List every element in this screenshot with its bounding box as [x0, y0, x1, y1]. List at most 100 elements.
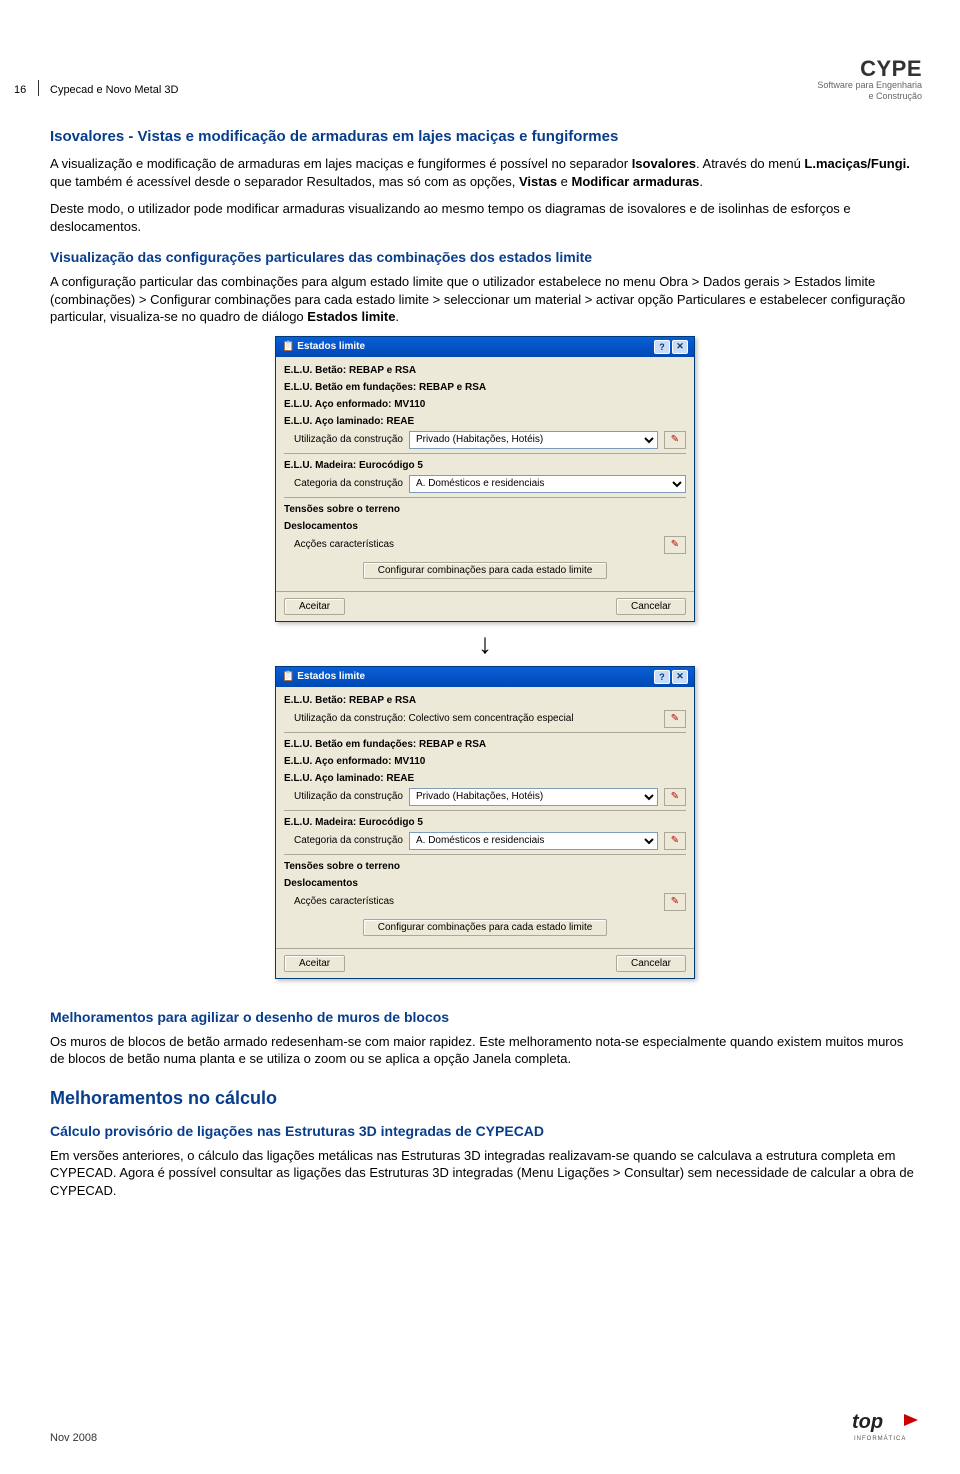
dialog-footer: Aceitar Cancelar — [276, 591, 694, 621]
utilizacao-row: Utilização da construção Privado (Habita… — [284, 429, 686, 451]
accoes-row: Acções características ✎ — [284, 891, 686, 913]
dialog-line: E.L.U. Betão em fundações: REBAP e RSA — [284, 378, 686, 395]
categoria-combo[interactable]: A. Domésticos e residenciais — [409, 832, 658, 850]
page-number: 16 — [14, 84, 26, 96]
svg-text:top: top — [852, 1411, 883, 1433]
dialog-title: 📋 Estados limite — [282, 341, 365, 352]
deslocamentos-header: Deslocamentos — [284, 874, 686, 891]
text-bold: L.maciças/Fungi. — [804, 156, 909, 171]
categoria-combo[interactable]: A. Domésticos e residenciais — [409, 475, 686, 493]
brand-name: CYPE — [817, 58, 922, 80]
utilizacao-combo[interactable]: Privado (Habitações, Hotéis) — [409, 788, 658, 806]
dialog-line: E.L.U. Betão em fundações: REBAP e RSA — [284, 735, 686, 752]
estados-limite-dialog-1: 📋 Estados limite ? ✕ E.L.U. Betão: REBAP… — [275, 336, 695, 622]
dialog-line: E.L.U. Aço laminado: REAE — [284, 412, 686, 429]
edit-icon[interactable]: ✎ — [664, 536, 686, 554]
dialog-line: E.L.U. Aço enformado: MV110 — [284, 395, 686, 412]
text-bold: Vistas — [519, 174, 557, 189]
cancelar-button[interactable]: Cancelar — [616, 955, 686, 972]
dialog-titlebar: 📋 Estados limite ? ✕ — [276, 667, 694, 687]
section-1-paragraph-2: Deste modo, o utilizador pode modificar … — [50, 200, 920, 235]
dialog-footer: Aceitar Cancelar — [276, 948, 694, 978]
dialog-title: 📋 Estados limite — [282, 671, 365, 682]
close-button[interactable]: ✕ — [672, 670, 688, 684]
dialog-line: E.L.U. Aço enformado: MV110 — [284, 752, 686, 769]
window-buttons: ? ✕ — [654, 670, 688, 684]
tensoes-header: Tensões sobre o terreno — [284, 857, 686, 874]
dialog-section: E.L.U. Betão: REBAP e RSA E.L.U. Betão e… — [276, 357, 694, 591]
utilizacao-static: Utilização da construção: Colectivo sem … — [294, 713, 658, 724]
text-span: A configuração particular das combinaçõe… — [50, 274, 905, 324]
section-4-title: Melhoramentos no cálculo — [50, 1088, 920, 1109]
close-button[interactable]: ✕ — [672, 340, 688, 354]
edit-icon[interactable]: ✎ — [664, 788, 686, 806]
edit-icon[interactable]: ✎ — [664, 832, 686, 850]
config-button-row: Configurar combinações para cada estado … — [284, 913, 686, 942]
svg-text:INFORMÁTICA: INFORMÁTICA — [854, 1435, 906, 1442]
accoes-row: Acções características ✎ — [284, 534, 686, 556]
text-span: e — [557, 174, 571, 189]
dialog-stack: 📋 Estados limite ? ✕ E.L.U. Betão: REBAP… — [50, 336, 920, 979]
categoria-label: Categoria da construção — [294, 478, 403, 489]
accoes-label: Acções características — [294, 539, 658, 550]
dialog-section: E.L.U. Betão: REBAP e RSA Utilização da … — [276, 687, 694, 948]
edit-icon[interactable]: ✎ — [664, 893, 686, 911]
text-span: A visualização e modificação de armadura… — [50, 156, 632, 171]
text-span: . — [395, 309, 399, 324]
config-button-row: Configurar combinações para cada estado … — [284, 556, 686, 585]
brand-logo-cype: CYPE Software para Engenharia e Construç… — [817, 58, 922, 102]
divider — [284, 497, 686, 498]
divider — [284, 810, 686, 811]
dialog-title-text: Estados limite — [297, 341, 365, 352]
madeira-header: E.L.U. Madeira: Eurocódigo 5 — [284, 456, 686, 473]
utilizacao-label: Utilização da construção — [294, 791, 403, 802]
section-1-title: Isovalores - Vistas e modificação de arm… — [50, 128, 920, 145]
window-buttons: ? ✕ — [654, 340, 688, 354]
header-doc-title: Cypecad e Novo Metal 3D — [50, 84, 178, 96]
section-2-title: Visualização das configurações particula… — [50, 249, 920, 265]
divider — [284, 453, 686, 454]
section-3-paragraph-1: Os muros de blocos de betão armado redes… — [50, 1033, 920, 1068]
categoria-row: Categoria da construção A. Domésticos e … — [284, 473, 686, 495]
config-combinacoes-button[interactable]: Configurar combinações para cada estado … — [363, 919, 608, 936]
categoria-row: Categoria da construção A. Domésticos e … — [284, 830, 686, 852]
utilizacao-label: Utilização da construção — [294, 434, 403, 445]
dialog-line: E.L.U. Betão: REBAP e RSA — [284, 361, 686, 378]
edit-icon[interactable]: ✎ — [664, 431, 686, 449]
betao-header: E.L.U. Betão: REBAP e RSA — [284, 691, 686, 708]
divider — [284, 854, 686, 855]
aceitar-button[interactable]: Aceitar — [284, 955, 345, 972]
edit-icon[interactable]: ✎ — [664, 710, 686, 728]
down-arrow-icon: ↓ — [478, 630, 492, 658]
dialog-title-text: Estados limite — [297, 671, 365, 682]
brand-tagline-1: Software para Engenharia — [817, 80, 922, 91]
help-button[interactable]: ? — [654, 670, 670, 684]
estados-limite-dialog-2: 📋 Estados limite ? ✕ E.L.U. Betão: REBAP… — [275, 666, 695, 979]
dialog-titlebar: 📋 Estados limite ? ✕ — [276, 337, 694, 357]
footer-brand-logo: top INFORMÁTICA — [852, 1408, 922, 1444]
utilizacao-combo[interactable]: Privado (Habitações, Hotéis) — [409, 431, 658, 449]
section-1-paragraph-1: A visualização e modificação de armadura… — [50, 155, 920, 190]
tensoes-header: Tensões sobre o terreno — [284, 500, 686, 517]
header-divider — [38, 80, 43, 96]
text-bold: Estados limite — [307, 309, 395, 324]
section-4-subtitle: Cálculo provisório de ligações nas Estru… — [50, 1123, 920, 1139]
aceitar-button[interactable]: Aceitar — [284, 598, 345, 615]
text-bold: Isovalores — [632, 156, 696, 171]
section-2-paragraph-1: A configuração particular das combinaçõe… — [50, 273, 920, 326]
brand-tagline-2: e Construção — [817, 91, 922, 102]
text-span: que também é acessível desde o separador… — [50, 174, 519, 189]
text-bold: Modificar armaduras — [572, 174, 700, 189]
section-4-paragraph-1: Em versões anteriores, o cálculo das lig… — [50, 1147, 920, 1200]
text-span: . — [699, 174, 703, 189]
utilizacao-row: Utilização da construção Privado (Habita… — [284, 786, 686, 808]
text-span: . Através do menú — [696, 156, 804, 171]
footer-date: Nov 2008 — [50, 1432, 97, 1444]
config-combinacoes-button[interactable]: Configurar combinações para cada estado … — [363, 562, 608, 579]
help-button[interactable]: ? — [654, 340, 670, 354]
cancelar-button[interactable]: Cancelar — [616, 598, 686, 615]
utilizacao-static-row: Utilização da construção: Colectivo sem … — [284, 708, 686, 730]
dialog-line: E.L.U. Aço laminado: REAE — [284, 769, 686, 786]
categoria-label: Categoria da construção — [294, 835, 403, 846]
divider — [284, 732, 686, 733]
